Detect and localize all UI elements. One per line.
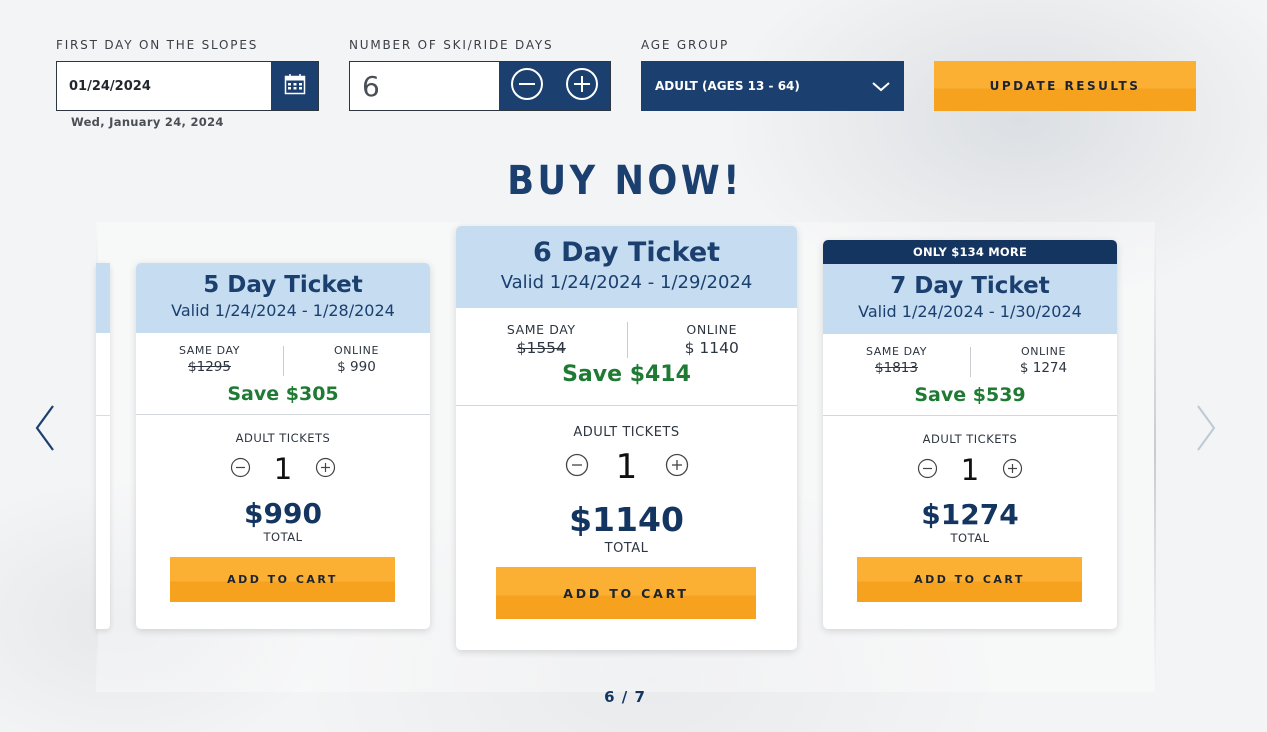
same-day-price: $1554 (516, 339, 566, 357)
age-group-select[interactable]: ADULT (AGES 13 - 64) (641, 61, 904, 111)
chevron-right-icon (1194, 405, 1218, 457)
same-day-label: SAME DAY (865, 345, 928, 358)
qty-label: ADULT TICKETS (573, 425, 680, 440)
qty-increase-button[interactable] (665, 453, 689, 481)
minus-circle-icon (917, 458, 938, 483)
qty-value[interactable]: 1 (956, 453, 984, 487)
online-price: $ 1140 (684, 339, 739, 357)
buy-now-heading: BUY NOW! (507, 158, 743, 204)
ticket-card-5-day: 5 Day Ticket Valid 1/24/2024 - 1/28/2024… (136, 263, 430, 629)
add-to-cart-button[interactable]: ADD TO CART (496, 567, 756, 619)
carousel-right-edge (1154, 222, 1156, 682)
savings-text: Save $539 (914, 384, 1026, 406)
ticket-card-7-day: ONLY $134 MORE 7 Day Ticket Valid 1/24/2… (823, 240, 1117, 629)
total-price: $1140 (569, 500, 684, 539)
days-label: NUMBER OF SKI/RIDE DAYS (349, 38, 554, 52)
date-long-text: Wed, January 24, 2024 (71, 115, 224, 129)
qty-decrease-button[interactable] (230, 457, 251, 482)
same-day-price: $1813 (875, 360, 918, 376)
ticket-title: 5 Day Ticket (203, 272, 363, 298)
savings-text: Save $305 (227, 383, 339, 405)
total-label: TOTAL (604, 541, 649, 556)
qty-value[interactable]: 1 (269, 452, 297, 486)
date-input[interactable]: 01/24/2024 (57, 62, 271, 110)
qty-label: ADULT TICKETS (235, 431, 331, 445)
plus-circle-icon (1002, 458, 1023, 483)
age-group-label: AGE GROUP (641, 38, 729, 52)
days-stepper[interactable]: 6 (349, 61, 611, 111)
days-input[interactable]: 6 (350, 62, 499, 110)
total-label: TOTAL (950, 531, 990, 545)
ticket-valid-dates: Valid 1/24/2024 - 1/30/2024 (858, 302, 1082, 321)
minus-circle-icon (230, 457, 251, 482)
chevron-left-icon (33, 405, 57, 457)
ticket-title: 6 Day Ticket (532, 237, 721, 268)
qty-decrease-button[interactable] (917, 458, 938, 483)
update-results-button[interactable]: UPDATE RESULTS (934, 61, 1196, 111)
age-group-value: ADULT (AGES 13 - 64) (655, 79, 800, 93)
qty-decrease-button[interactable] (565, 453, 589, 481)
plus-circle-icon (665, 453, 689, 481)
carousel-pager: 6 / 7 (604, 688, 646, 706)
upsell-badge: ONLY $134 MORE (823, 240, 1117, 264)
qty-value[interactable]: 1 (611, 447, 643, 487)
savings-text: Save $414 (562, 362, 691, 387)
online-label: ONLINE (1020, 345, 1067, 358)
same-day-price: $1295 (188, 359, 231, 375)
same-day-label: SAME DAY (506, 322, 576, 337)
carousel-next-button[interactable] (1194, 403, 1218, 453)
total-price: $990 (244, 497, 322, 530)
calendar-button[interactable] (271, 62, 318, 110)
online-price: $ 990 (337, 359, 376, 375)
partial-ticket-card (96, 263, 110, 629)
qty-increase-button[interactable] (315, 457, 336, 482)
same-day-label: SAME DAY (178, 344, 241, 357)
ticket-valid-dates: Valid 1/24/2024 - 1/28/2024 (171, 301, 395, 320)
ticket-card-6-day: 6 Day Ticket Valid 1/24/2024 - 1/29/2024… (456, 226, 797, 650)
days-increase-button[interactable] (565, 67, 599, 105)
ticket-valid-dates: Valid 1/24/2024 - 1/29/2024 (500, 272, 753, 293)
chevron-down-icon (872, 77, 890, 96)
minus-circle-icon (565, 453, 589, 481)
plus-circle-icon (315, 457, 336, 482)
total-label: TOTAL (263, 530, 303, 544)
ticket-title: 7 Day Ticket (890, 273, 1050, 299)
plus-circle-icon (565, 67, 599, 105)
minus-circle-icon (510, 67, 544, 105)
online-price: $ 1274 (1019, 360, 1068, 376)
carousel-prev-button[interactable] (33, 403, 57, 453)
online-label: ONLINE (333, 344, 380, 357)
qty-label: ADULT TICKETS (922, 432, 1018, 446)
add-to-cart-button[interactable]: ADD TO CART (857, 557, 1082, 602)
online-label: ONLINE (686, 322, 738, 337)
qty-increase-button[interactable] (1002, 458, 1023, 483)
total-price: $1274 (921, 498, 1019, 531)
date-picker[interactable]: 01/24/2024 (56, 61, 319, 111)
calendar-icon (284, 73, 306, 99)
add-to-cart-button[interactable]: ADD TO CART (170, 557, 395, 602)
first-day-label: FIRST DAY ON THE SLOPES (56, 38, 259, 52)
days-decrease-button[interactable] (510, 67, 544, 105)
